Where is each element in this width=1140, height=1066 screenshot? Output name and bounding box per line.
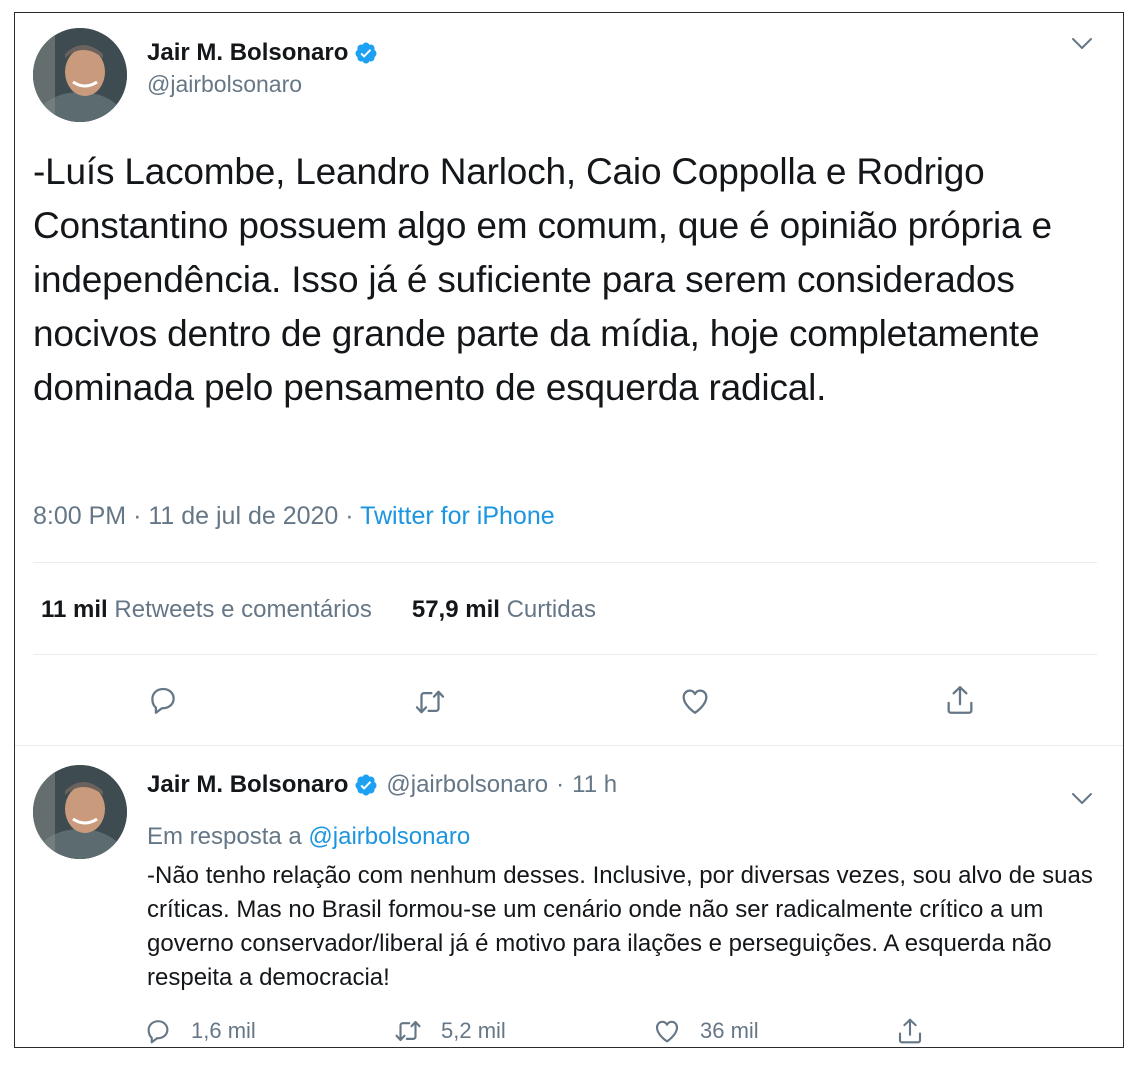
author-name[interactable]: Jair M. Bolsonaro bbox=[147, 771, 348, 799]
tweet-time[interactable]: 11 h bbox=[572, 771, 617, 799]
chevron-down-icon[interactable] bbox=[1071, 792, 1093, 806]
chevron-down-icon[interactable] bbox=[1071, 37, 1093, 51]
verified-badge-icon bbox=[354, 773, 378, 797]
like-count: 36 mil bbox=[700, 1018, 759, 1043]
likes-count: 57,9 mil bbox=[411, 596, 500, 623]
reply-button[interactable]: 1,6 mil bbox=[143, 1016, 256, 1046]
reply-icon[interactable] bbox=[146, 683, 180, 717]
tweet-time[interactable]: 8:00 PM bbox=[33, 502, 126, 530]
reply-count: 1,6 mil bbox=[191, 1018, 256, 1043]
share-icon[interactable] bbox=[943, 683, 977, 717]
likes-label: Curtidas bbox=[506, 596, 596, 623]
meta-separator: · bbox=[345, 502, 354, 530]
main-tweet: Jair M. Bolsonaro @jairbolsonaro -Luís L… bbox=[15, 13, 1123, 746]
retweets-label: Retweets e comentários bbox=[114, 596, 372, 623]
divider bbox=[33, 562, 1097, 563]
likes-stat[interactable]: 57,9 mil Curtidas bbox=[412, 596, 596, 623]
tweet-date[interactable]: 11 de jul de 2020 bbox=[148, 502, 338, 530]
share-button[interactable] bbox=[895, 1016, 943, 1046]
retweet-count: 5,2 mil bbox=[441, 1018, 506, 1043]
tweet-card: Jair M. Bolsonaro @jairbolsonaro -Luís L… bbox=[14, 12, 1124, 1048]
tweet-source-link[interactable]: Twitter for iPhone bbox=[360, 502, 555, 530]
retweet-icon[interactable] bbox=[413, 685, 447, 719]
verified-badge-icon bbox=[354, 41, 378, 65]
author-name[interactable]: Jair M. Bolsonaro bbox=[147, 39, 348, 67]
tweet-meta: 8:00 PM · 11 de jul de 2020 · Twitter fo… bbox=[33, 502, 555, 531]
reply-text: -Não tenho relação com nenhum desses. In… bbox=[147, 862, 1093, 991]
like-button[interactable]: 36 mil bbox=[652, 1016, 759, 1046]
header-separator: · bbox=[556, 771, 565, 798]
author-handle[interactable]: @jairbolsonaro bbox=[386, 771, 548, 799]
like-icon[interactable] bbox=[678, 684, 712, 718]
reply-mention-link[interactable]: @jairbolsonaro bbox=[308, 823, 470, 850]
reply-author-row: Jair M. Bolsonaro @jairbolsonaro · 11 h bbox=[147, 771, 617, 799]
retweets-count: 11 mil bbox=[41, 596, 108, 623]
like-icon bbox=[655, 1020, 679, 1043]
author-handle[interactable]: @jairbolsonaro bbox=[147, 71, 302, 98]
reply-prefix: Em resposta a bbox=[147, 823, 302, 850]
meta-separator: · bbox=[133, 502, 142, 530]
tweet-stats: 11 mil Retweets e comentários 57,9 mil Cu… bbox=[41, 596, 596, 624]
reply-context: Em resposta a @jairbolsonaro bbox=[147, 823, 470, 851]
author-row: Jair M. Bolsonaro bbox=[147, 39, 378, 67]
share-icon bbox=[898, 1018, 922, 1044]
divider bbox=[33, 654, 1097, 655]
tweet-text: -Luís Lacombe, Leandro Narloch, Caio Cop… bbox=[33, 151, 1052, 408]
retweets-stat[interactable]: 11 mil Retweets e comentários bbox=[41, 596, 372, 623]
retweet-icon bbox=[395, 1020, 421, 1042]
retweet-button[interactable]: 5,2 mil bbox=[393, 1016, 506, 1046]
avatar[interactable] bbox=[33, 765, 127, 859]
reply-icon bbox=[147, 1020, 169, 1044]
avatar[interactable] bbox=[33, 28, 127, 122]
